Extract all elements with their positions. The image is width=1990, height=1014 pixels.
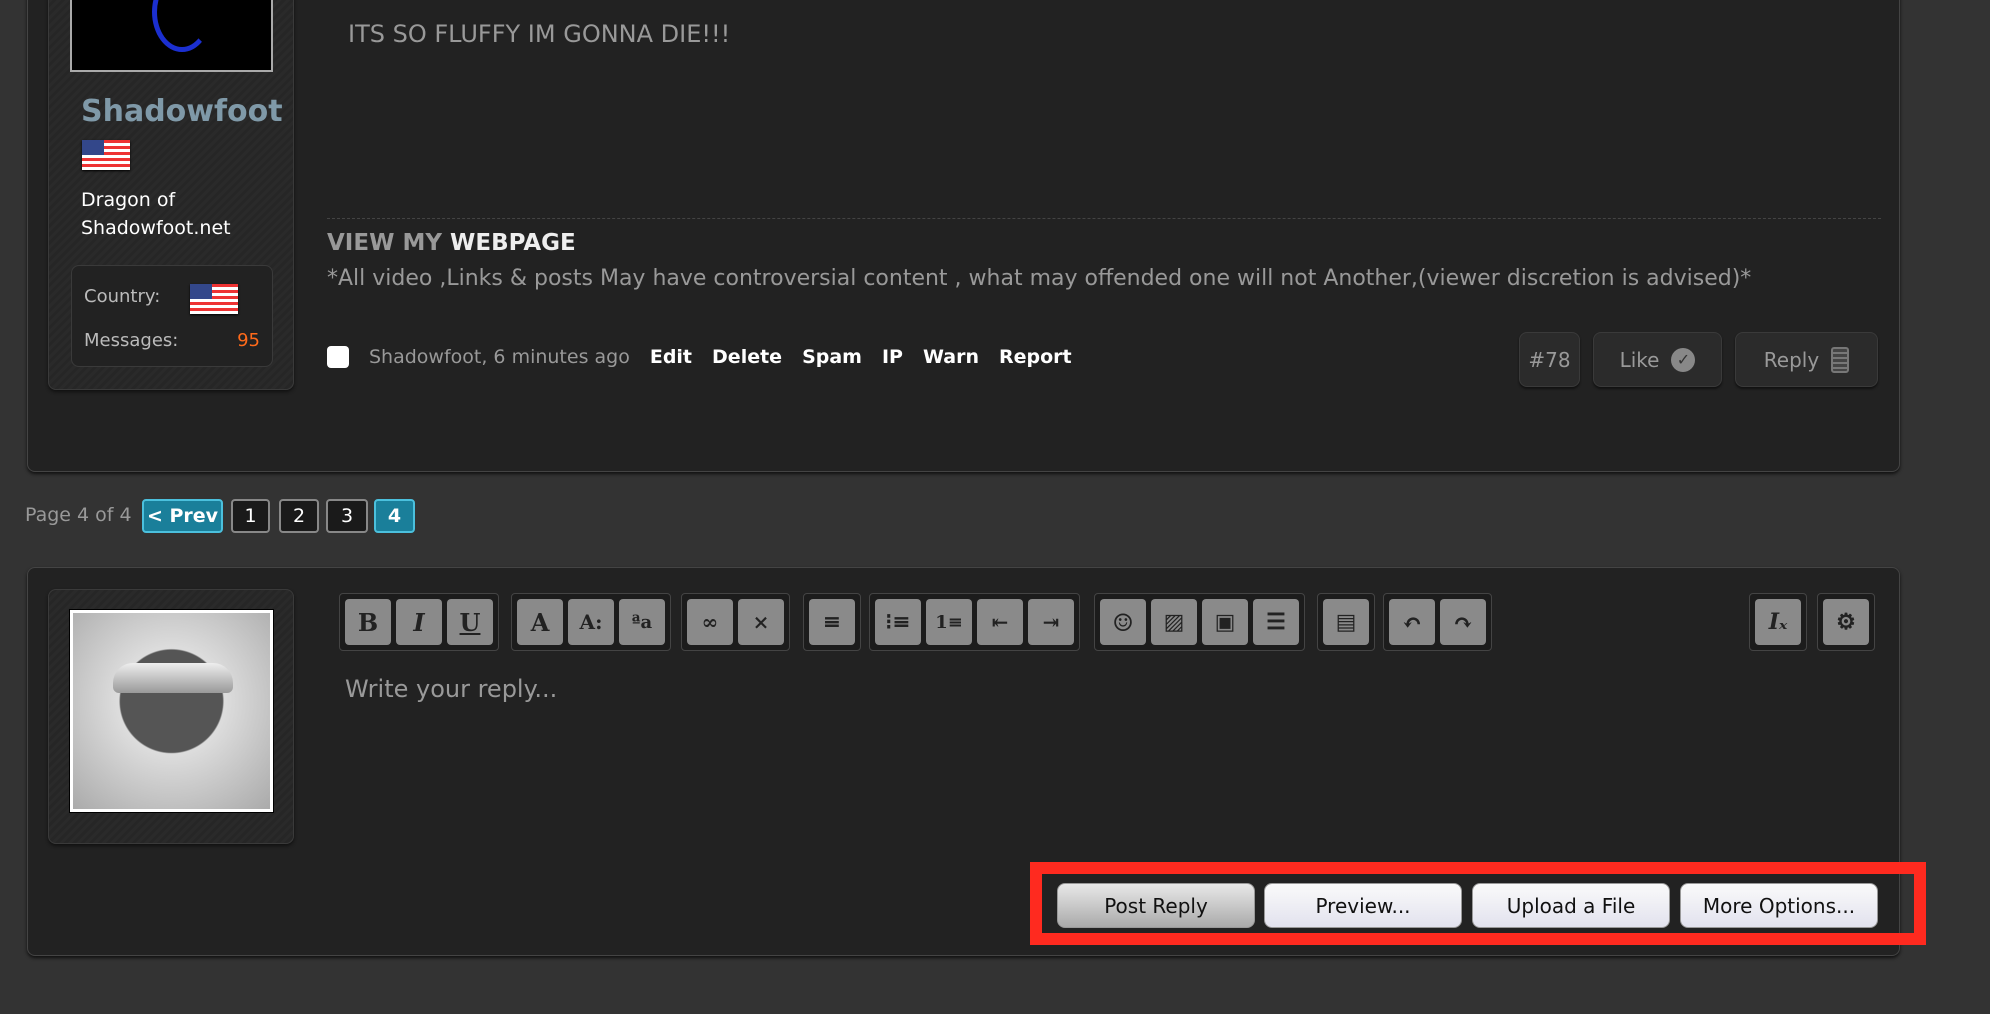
user-avatar[interactable]: [70, 0, 273, 72]
page-4[interactable]: 4: [374, 499, 415, 533]
image-icon[interactable]: ▨: [1151, 599, 1197, 645]
font-color-button[interactable]: A: [517, 599, 563, 645]
toolbar-group-remove-format: Iₓ: [1749, 593, 1807, 651]
user-stats: Country: Messages: 95: [71, 265, 273, 367]
align-icon[interactable]: ≡: [809, 599, 855, 645]
reply-button[interactable]: Reply: [1735, 332, 1878, 387]
toolbar-group-list: ⁝≡ 1≡ ⇤ ⇥: [869, 593, 1080, 651]
reply-icon: [1831, 346, 1850, 373]
underline-button[interactable]: U: [447, 599, 493, 645]
template-icon[interactable]: ☰: [1253, 599, 1299, 645]
toolbar-group-bbcode: ⚙: [1817, 593, 1875, 651]
delete-link[interactable]: Delete: [712, 346, 782, 368]
us-flag-icon: [190, 284, 238, 314]
italic-button[interactable]: I: [396, 599, 442, 645]
preview-button[interactable]: Preview...: [1264, 883, 1462, 928]
spam-link[interactable]: Spam: [802, 346, 862, 368]
save-draft-icon[interactable]: ▤: [1323, 599, 1369, 645]
check-icon: ✓: [1671, 347, 1696, 372]
page-label: Page 4 of 4: [25, 504, 132, 526]
username-link[interactable]: Shadowfoot: [81, 94, 283, 129]
reply-textarea[interactable]: Write your reply...: [339, 665, 1879, 845]
bold-button[interactable]: B: [345, 599, 391, 645]
font-family-button[interactable]: ªa: [619, 599, 665, 645]
page-3[interactable]: 3: [326, 499, 368, 533]
post-reply-button[interactable]: Post Reply: [1057, 883, 1255, 928]
toolbar-group-text: B I U: [339, 593, 499, 651]
unlink-icon[interactable]: ⨯: [738, 599, 784, 645]
toolbar-group-history: ↶ ↷: [1383, 593, 1492, 651]
my-avatar[interactable]: [69, 609, 274, 813]
font-size-button[interactable]: A:: [568, 599, 614, 645]
remove-format-icon[interactable]: Iₓ: [1755, 599, 1801, 645]
outdent-icon[interactable]: ⇤: [977, 599, 1023, 645]
redo-icon[interactable]: ↷: [1440, 599, 1486, 645]
upload-file-button[interactable]: Upload a File: [1472, 883, 1670, 928]
edit-link[interactable]: Edit: [650, 346, 692, 368]
toggle-bbcode-icon[interactable]: ⚙: [1823, 599, 1869, 645]
ip-link[interactable]: IP: [882, 346, 903, 368]
bullet-list-icon[interactable]: ⁝≡: [875, 599, 921, 645]
toolbar-group-link: ∞ ⨯: [681, 593, 790, 651]
link-icon[interactable]: ∞: [687, 599, 733, 645]
numbered-list-icon[interactable]: 1≡: [926, 599, 972, 645]
undo-icon[interactable]: ↶: [1389, 599, 1435, 645]
media-icon[interactable]: ▣: [1202, 599, 1248, 645]
page-1[interactable]: 1: [231, 499, 270, 533]
prev-page-button[interactable]: < Prev: [142, 499, 223, 533]
post-message: ITS SO FLUFFY IM GONNA DIE!!!: [348, 20, 731, 48]
post-meta-row: Shadowfoot, 6 minutes ago Edit Delete Sp…: [327, 346, 1072, 368]
warn-link[interactable]: Warn: [923, 346, 979, 368]
user-title: Dragon of Shadowfoot.net: [81, 189, 231, 239]
message-count[interactable]: 95: [237, 330, 260, 351]
signature-divider: [327, 218, 1881, 219]
post-panel: [27, 0, 1900, 472]
toolbar-group-font: A A: ªa: [511, 593, 671, 651]
signature-text: *All video ,Links & posts May have contr…: [327, 266, 1752, 291]
page-2[interactable]: 2: [279, 499, 319, 533]
toolbar-group-save: ▤: [1317, 593, 1375, 651]
toolbar-group-align: ≡: [803, 593, 861, 651]
like-button[interactable]: Like ✓: [1593, 332, 1722, 387]
toolbar-group-insert: ☺ ▨ ▣ ☰: [1094, 593, 1305, 651]
report-link[interactable]: Report: [999, 346, 1072, 368]
post-number-button[interactable]: #78: [1519, 332, 1580, 387]
indent-icon[interactable]: ⇥: [1028, 599, 1074, 645]
smilies-icon[interactable]: ☺: [1100, 599, 1146, 645]
post-date[interactable]: Shadowfoot, 6 minutes ago: [369, 346, 630, 368]
signature-link[interactable]: VIEW MY WEBPAGE: [327, 230, 576, 256]
us-flag-icon: [82, 140, 130, 170]
select-post-checkbox[interactable]: [327, 346, 349, 368]
more-options-button[interactable]: More Options...: [1680, 883, 1878, 928]
